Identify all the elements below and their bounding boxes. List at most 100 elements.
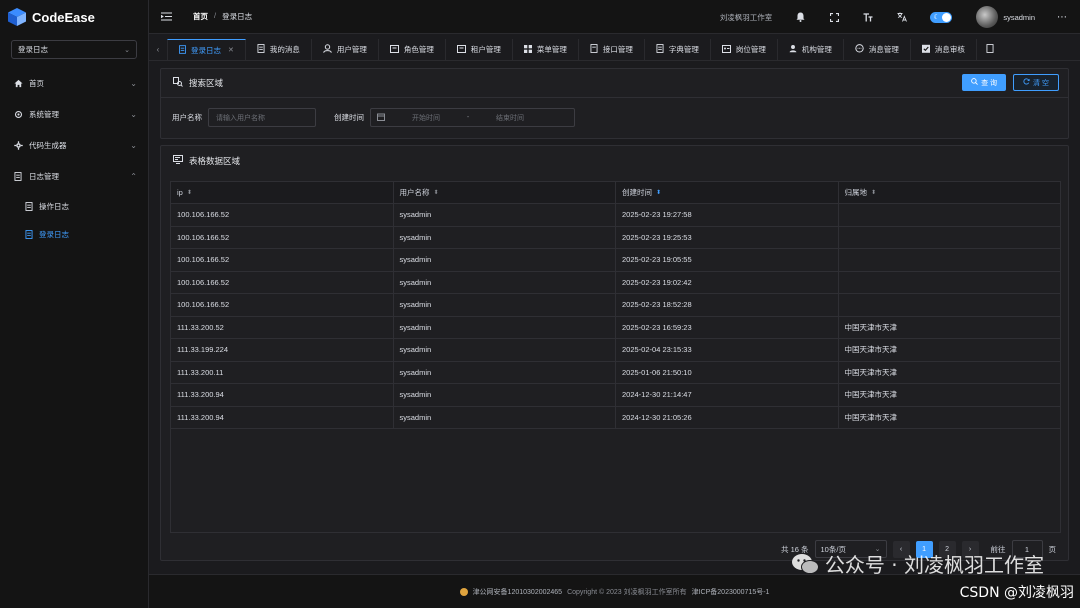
tab-user-management[interactable]: 用户管理 <box>312 38 379 61</box>
tab-login-log[interactable]: 登录日志 ✕ <box>167 38 246 61</box>
column-header-username[interactable]: 用户名称 ⬍ <box>394 182 616 203</box>
table-row[interactable]: 100.106.166.52 sysadmin 2025-02-23 19:25… <box>171 226 1060 249</box>
data-table: ip ⬍ 用户名称 ⬍ 创建时间 ⬍ 归属地 ⬍ 100.106.166.52 … <box>170 181 1061 533</box>
search-buttons: 查 询 清 空 <box>962 74 1059 91</box>
tab-message-review[interactable]: 消息审核 <box>911 38 977 61</box>
cell-username: sysadmin <box>394 271 616 293</box>
tab-label: 用户管理 <box>336 45 367 54</box>
sidebar-item-codegen[interactable]: 代码生成器 ⌄ <box>0 130 149 161</box>
translate-icon[interactable] <box>896 11 908 23</box>
column-header-create-time[interactable]: 创建时间 ⬍ <box>616 182 839 203</box>
tab-label: 机构管理 <box>801 45 832 54</box>
tab-api-management[interactable]: 接口管理 <box>579 38 645 61</box>
tab-my-messages[interactable]: 我的消息 <box>246 38 312 61</box>
cell-location <box>839 294 1061 316</box>
sort-icon[interactable]: ⬍ <box>871 189 876 196</box>
bell-icon[interactable] <box>794 11 806 23</box>
username-input[interactable]: 请输入用户名称 <box>208 108 316 127</box>
table-row[interactable]: 111.33.200.94 sysadmin 2024-12-30 21:14:… <box>171 384 1060 407</box>
document-icon <box>25 201 34 211</box>
table-panel-title: 表格数据区域 <box>189 155 241 166</box>
table-row[interactable]: 111.33.199.224 sysadmin 2025-02-04 23:15… <box>171 339 1060 362</box>
beian-link[interactable]: 津公网安备12010302002465 <box>473 587 563 597</box>
table-row[interactable]: 111.33.200.11 sysadmin 2025-01-06 21:50:… <box>171 361 1060 384</box>
tab-label: 字典管理 <box>668 45 699 54</box>
date-range-picker[interactable]: 开始时间 - 结束时间 <box>370 108 575 127</box>
chevron-up-icon: ⌃ <box>130 172 137 181</box>
table-panel-header: 表格数据区域 <box>161 146 1068 175</box>
more-icon[interactable]: ⋯ <box>1057 12 1068 23</box>
clear-button[interactable]: 清 空 <box>1013 74 1059 91</box>
table-panel: 表格数据区域 ip ⬍ 用户名称 ⬍ 创建时间 ⬍ 归属地 ⬍ 100.106.… <box>160 145 1069 561</box>
tab-dict-management[interactable]: 字典管理 <box>645 38 711 61</box>
start-time-placeholder[interactable]: 开始时间 <box>391 113 461 123</box>
table-row[interactable]: 111.33.200.52 sysadmin 2025-02-23 16:59:… <box>171 316 1060 339</box>
end-time-placeholder[interactable]: 结束时间 <box>475 113 545 123</box>
column-header-label: 创建时间 <box>622 188 652 197</box>
table-row[interactable]: 100.106.166.52 sysadmin 2025-02-23 19:02… <box>171 271 1060 294</box>
table-row[interactable]: 100.106.166.52 sysadmin 2025-02-23 19:05… <box>171 249 1060 272</box>
tab-label: 租户管理 <box>470 45 501 54</box>
cell-username: sysadmin <box>394 339 616 361</box>
tenant-icon <box>456 44 466 55</box>
copyright-text: Copyright © 2023 刘凌枫羽工作室所有 <box>567 588 687 596</box>
cell-location: 中国天津市天津 <box>844 390 898 400</box>
tab-tenant-management[interactable]: 租户管理 <box>446 38 513 61</box>
tab-message-management[interactable]: 消息管理 <box>844 38 911 61</box>
tab-scroll-right-icon[interactable] <box>981 44 999 55</box>
query-button[interactable]: 查 询 <box>962 74 1007 91</box>
tab-org-management[interactable]: 机构管理 <box>778 38 844 61</box>
tab-menu-management[interactable]: 菜单管理 <box>513 38 579 61</box>
cell-ip: 100.106.166.52 <box>171 204 394 226</box>
tab-role-management[interactable]: 角色管理 <box>379 38 446 61</box>
icp-link[interactable]: 津ICP备2023000715号-1 <box>692 587 770 597</box>
column-header-location[interactable]: 归属地 ⬍ <box>839 182 1061 203</box>
logo[interactable]: CodeEase <box>0 0 148 34</box>
header-actions: 刘凌枫羽工作室 ☾ sysadmin ⋯ <box>720 0 1080 34</box>
menu-fold-icon[interactable] <box>161 11 173 23</box>
column-header-ip[interactable]: ip ⬍ <box>171 182 394 203</box>
tab-label: 登录日志 <box>191 45 221 55</box>
fullscreen-icon[interactable] <box>828 11 840 23</box>
cell-create-time: 2025-02-23 19:02:42 <box>616 271 839 293</box>
sort-icon[interactable]: ⬍ <box>656 189 661 196</box>
query-button-label: 查 询 <box>981 79 998 87</box>
search-panel: 搜索区域 查 询 清 空 用户名称 请输入用户名称 创建时间 开始时间 - 结束 <box>160 68 1069 139</box>
avatar[interactable] <box>976 6 999 28</box>
cell-location: 中国天津市天津 <box>844 322 898 332</box>
breadcrumb: 首页 / 登录日志 <box>193 11 252 22</box>
home-icon <box>13 79 23 89</box>
org-icon <box>789 44 797 55</box>
sidebar-item-log[interactable]: 日志管理 ⌃ <box>0 161 149 192</box>
table-row[interactable]: 100.106.166.52 sysadmin 2025-02-23 19:27… <box>171 204 1060 227</box>
cell-create-time: 2025-01-06 21:50:10 <box>616 361 839 383</box>
username[interactable]: sysadmin <box>1003 13 1035 22</box>
theme-toggle[interactable]: ☾ <box>930 11 953 23</box>
tab-label: 角色管理 <box>403 45 434 54</box>
table-row[interactable]: 100.106.166.52 sysadmin 2025-02-23 18:52… <box>171 294 1060 317</box>
sidebar-subitem-label: 登录日志 <box>39 229 69 239</box>
sort-icon[interactable]: ⬍ <box>187 189 192 196</box>
chevron-down-icon: ⌄ <box>130 79 137 88</box>
breadcrumb-home[interactable]: 首页 <box>193 11 208 22</box>
cell-create-time: 2025-02-23 18:52:28 <box>616 294 839 316</box>
sidebar-subitem-label: 操作日志 <box>39 201 69 211</box>
font-size-icon[interactable] <box>862 11 874 23</box>
table-header-row: ip ⬍ 用户名称 ⬍ 创建时间 ⬍ 归属地 ⬍ <box>171 182 1060 204</box>
cell-location <box>839 204 1061 226</box>
close-icon[interactable]: ✕ <box>228 46 234 54</box>
username-placeholder: 请输入用户名称 <box>216 114 265 122</box>
sidebar-subitem-operation-log[interactable]: 操作日志 <box>0 192 149 220</box>
tab-post-management[interactable]: 岗位管理 <box>711 38 778 61</box>
chat-icon <box>855 44 864 55</box>
cell-ip: 111.33.200.94 <box>171 406 394 428</box>
tab-scroll-left-icon[interactable]: ‹ <box>149 45 167 54</box>
table-row[interactable]: 111.33.200.94 sysadmin 2024-12-30 21:05:… <box>171 406 1060 429</box>
sort-icon[interactable]: ⬍ <box>434 189 439 196</box>
studio-name: 刘凌枫羽工作室 <box>719 12 773 22</box>
cell-username: sysadmin <box>394 294 616 316</box>
menu-search-select[interactable]: 登录日志 ⌄ <box>11 40 137 59</box>
sidebar-subitem-login-log[interactable]: 登录日志 <box>0 220 149 248</box>
sidebar-item-home[interactable]: 首页 ⌄ <box>0 68 149 99</box>
sidebar-item-system[interactable]: 系统管理 ⌄ <box>0 99 149 130</box>
